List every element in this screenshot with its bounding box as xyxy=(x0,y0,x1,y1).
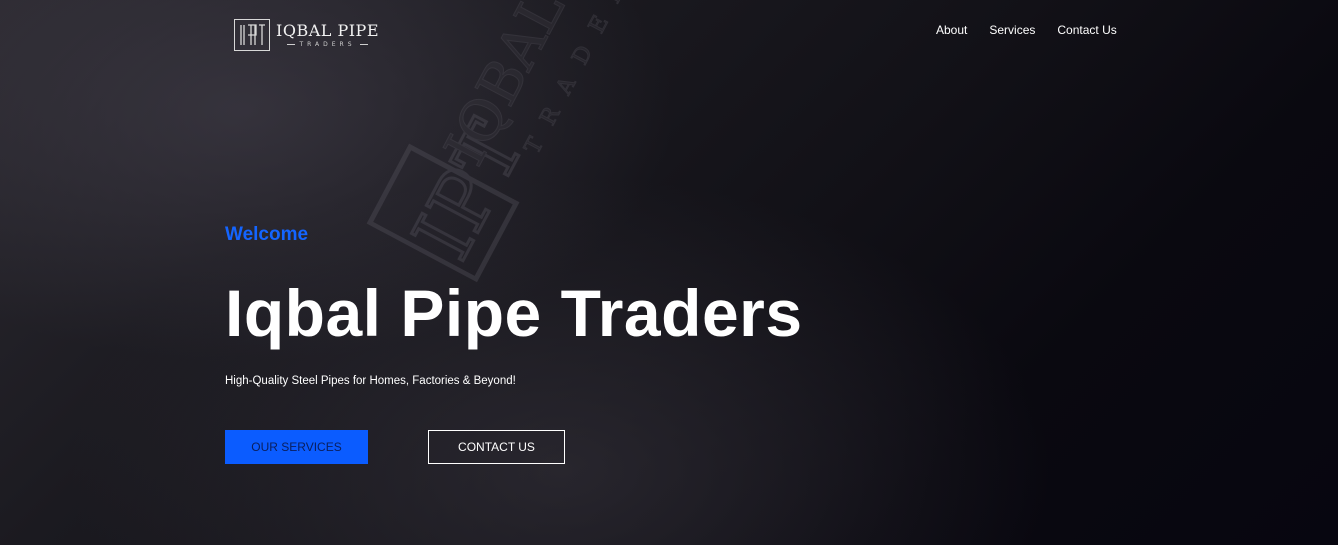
ipt-monogram-icon xyxy=(234,19,270,51)
hero-tagline: High-Quality Steel Pipes for Homes, Fact… xyxy=(225,375,516,387)
hero-title: Iqbal Pipe Traders xyxy=(225,276,803,350)
nav-link-about[interactable]: About xyxy=(936,23,967,37)
brand-logo[interactable]: IQBAL PIPE TRADERS xyxy=(234,19,379,51)
nav-link-services[interactable]: Services xyxy=(989,23,1035,37)
brand-name: IQBAL PIPE xyxy=(276,20,379,40)
hero-section: Welcome Iqbal Pipe Traders High-Quality … xyxy=(225,224,802,464)
our-services-button[interactable]: OUR SERVICES xyxy=(225,430,368,464)
hero-eyebrow: Welcome xyxy=(225,224,309,245)
brand-subtitle: TRADERS xyxy=(299,40,356,48)
navbar: IQBAL PIPE TRADERS About Services Contac… xyxy=(0,0,1338,60)
nav-link-contact-us[interactable]: Contact Us xyxy=(1057,23,1116,37)
main-nav: About Services Contact Us xyxy=(936,23,1117,37)
hero-background: IPT IQBAL PIPE TRADERS xyxy=(0,0,1338,545)
contact-us-button[interactable]: CONTACT US xyxy=(428,430,565,464)
